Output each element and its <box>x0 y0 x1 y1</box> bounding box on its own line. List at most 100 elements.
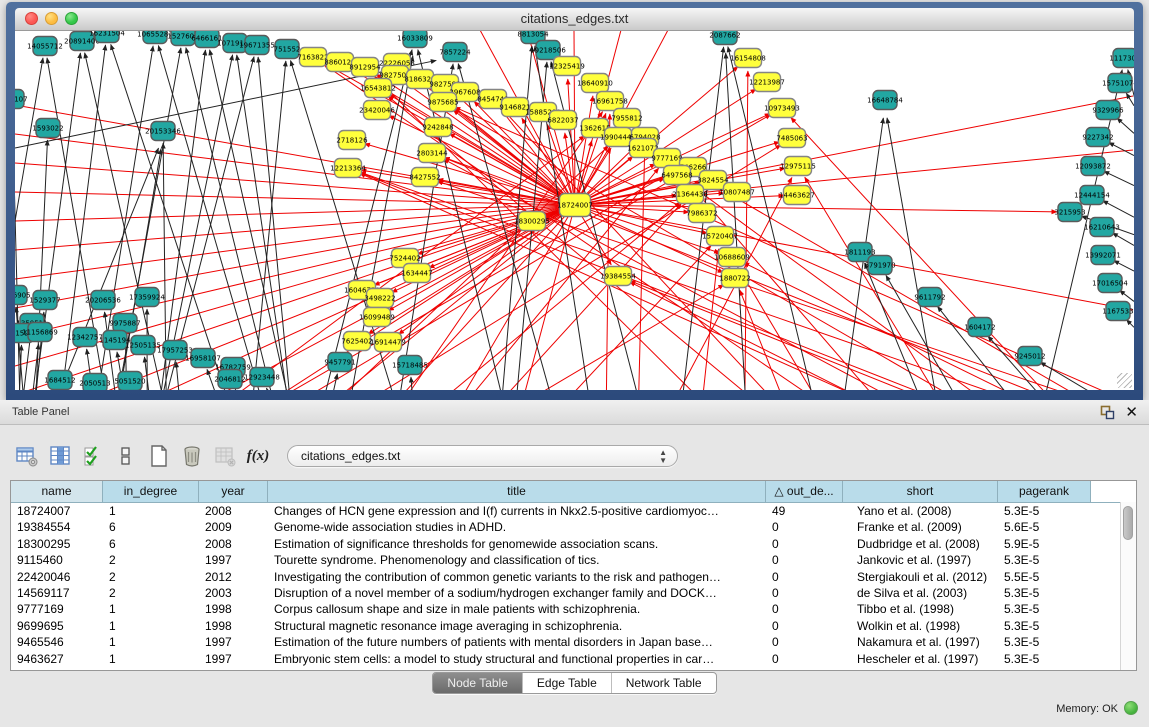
graph-node[interactable]: 15720407 <box>702 227 738 246</box>
graph-node[interactable]: 18724007 <box>557 194 593 217</box>
graph-node[interactable]: 23420046 <box>359 101 395 120</box>
graph-node[interactable]: 5051520 <box>114 372 145 391</box>
graph-node[interactable]: 12342757 <box>67 328 103 347</box>
column-header-out_de[interactable]: △ out_de... <box>766 481 843 502</box>
graph-node[interactable]: 2087662 <box>709 31 740 45</box>
graph-node[interactable]: 2046812 <box>214 370 245 389</box>
graph-node[interactable]: 16099489 <box>359 308 395 327</box>
graph-node[interactable]: 1684512 <box>44 371 75 390</box>
table-settings-icon[interactable] <box>14 443 40 469</box>
graph-node[interactable]: 9611792 <box>914 288 945 307</box>
table-row[interactable]: 969969511998Structural magnetic resonanc… <box>11 618 1136 634</box>
memory-status-indicator[interactable] <box>1124 701 1138 715</box>
graph-node[interactable]: 7857224 <box>439 43 471 62</box>
graph-node[interactable]: 3498222 <box>364 289 395 308</box>
table-row[interactable]: 911546021997Tourette syndrome. Phenomeno… <box>11 552 1136 568</box>
graph-node[interactable]: 16033809 <box>397 31 433 48</box>
graph-node[interactable]: 2718126 <box>336 131 368 150</box>
graph-node[interactable]: 12975115 <box>780 157 816 176</box>
table-row[interactable]: 1830029562008Estimation of significance … <box>11 536 1136 552</box>
graph-node[interactable]: 10688609 <box>714 248 750 267</box>
graph-node[interactable]: 12325419 <box>549 57 585 76</box>
graph-node[interactable]: 8912954 <box>349 58 381 77</box>
graph-node[interactable]: 20206536 <box>85 291 121 310</box>
table-scrollbar-thumb[interactable] <box>1123 506 1133 540</box>
column-preferences-icon[interactable] <box>47 443 73 469</box>
new-table-icon[interactable] <box>146 443 172 469</box>
graph-node[interactable]: 9329966 <box>1092 101 1124 120</box>
table-row[interactable]: 946362711997Embryonic stem cells: a mode… <box>11 651 1136 667</box>
graph-node[interactable]: 751552 <box>274 40 301 59</box>
select-attributes-icon[interactable] <box>80 443 106 469</box>
graph-node[interactable]: 9242848 <box>422 118 453 137</box>
graph-node[interactable]: 20153346 <box>145 122 181 141</box>
table-row[interactable]: 1938455462009Genome-wide association stu… <box>11 519 1136 535</box>
tab-node-table[interactable]: Node Table <box>433 673 522 693</box>
graph-node[interactable]: 14463627 <box>779 186 815 205</box>
graph-node[interactable]: 7986372 <box>686 204 717 223</box>
graph-node[interactable]: 9227342 <box>1082 128 1113 147</box>
graph-node[interactable]: 18300295 <box>514 212 550 231</box>
table-scrollbar[interactable] <box>1120 502 1136 670</box>
table-row[interactable]: 1456911722003Disruption of a novel membe… <box>11 585 1136 601</box>
table-selector-dropdown[interactable]: citations_edges.txt ▲▼ <box>287 445 678 467</box>
graph-node[interactable]: 10973493 <box>764 99 800 118</box>
graph-node[interactable]: 18640910 <box>577 74 613 93</box>
graph-node[interactable]: 9457791 <box>324 353 355 372</box>
table-body[interactable]: 1872400712008Changes of HCN gene express… <box>11 503 1136 667</box>
tab-edge-table[interactable]: Edge Table <box>522 673 611 693</box>
network-canvas[interactable]: 2055107159302214055712208914061623150410… <box>15 31 1134 390</box>
graph-node[interactable]: 1529377 <box>29 291 60 310</box>
table-row[interactable]: 977716911998Corpus callosum shape and si… <box>11 601 1136 617</box>
column-header-pagerank[interactable]: pagerank <box>998 481 1091 502</box>
graph-node[interactable]: 1167533 <box>1102 302 1133 321</box>
graph-node[interactable]: 1634447 <box>401 264 432 283</box>
graph-node[interactable]: 7625402 <box>341 332 372 351</box>
graph-node[interactable]: 12213987 <box>749 73 785 92</box>
float-panel-icon[interactable] <box>1100 405 1115 420</box>
column-header-in_degree[interactable]: in_degree <box>103 481 199 502</box>
graph-node[interactable]: 12213364 <box>330 159 366 178</box>
graph-node[interactable]: 12093872 <box>1075 157 1111 176</box>
graph-node[interactable]: 6822037 <box>547 111 578 130</box>
graph-node[interactable]: 6497568 <box>661 166 692 185</box>
table-row[interactable]: 1872400712008Changes of HCN gene express… <box>11 503 1136 519</box>
graph-node[interactable]: 1593022 <box>32 119 63 138</box>
graph-node[interactable]: 10807487 <box>719 183 755 202</box>
network-window-titlebar[interactable]: citations_edges.txt <box>15 8 1134 31</box>
graph-node[interactable]: 8427552 <box>409 168 440 187</box>
table-header-row[interactable]: namein_degreeyeartitle△ out_de...shortpa… <box>11 481 1136 503</box>
graph-node[interactable]: 1117304 <box>1109 49 1134 68</box>
tab-network-table[interactable]: Network Table <box>611 673 716 693</box>
graph-node[interactable]: 2526905 <box>15 286 31 305</box>
graph-node[interactable]: 16648784 <box>867 91 903 110</box>
graph-node[interactable]: 16543812 <box>360 79 396 98</box>
row-height-icon[interactable] <box>113 443 139 469</box>
graph-node[interactable]: 1880722 <box>719 269 750 288</box>
column-header-name[interactable]: name <box>11 481 103 502</box>
function-builder-icon[interactable]: f(x) <box>245 443 271 469</box>
graph-node[interactable]: 2050513 <box>79 374 110 391</box>
table-row[interactable]: 2242004622012Investigating the contribut… <box>11 569 1136 585</box>
delete-table-icon[interactable] <box>179 443 205 469</box>
graph-node[interactable]: 14055712 <box>27 37 63 56</box>
window-resize-grip[interactable] <box>1117 373 1132 388</box>
graph-node[interactable]: 16914479 <box>370 333 406 352</box>
graph-node[interactable]: 17016504 <box>1092 274 1128 293</box>
graph-node[interactable]: 19384554 <box>600 267 636 286</box>
graph-node[interactable]: 9975887 <box>109 314 140 333</box>
graph-node[interactable]: 3215953 <box>1054 203 1085 222</box>
graph-node[interactable]: 9875685 <box>427 93 458 112</box>
graph-node[interactable]: 6791970 <box>864 256 895 275</box>
graph-node[interactable]: 2803144 <box>416 144 448 163</box>
table-row[interactable]: 946554611997Estimation of the future num… <box>11 634 1136 650</box>
graph-node[interactable]: 16154808 <box>730 49 766 68</box>
graph-node[interactable]: 9777169 <box>651 149 682 168</box>
graph-node[interactable]: 2055107 <box>15 90 28 109</box>
column-header-short[interactable]: short <box>843 481 998 502</box>
close-panel-icon[interactable]: ✕ <box>1125 402 1138 423</box>
graph-node[interactable]: 21364436 <box>672 185 708 204</box>
graph-node[interactable]: 15751074 <box>1102 74 1134 93</box>
column-header-title[interactable]: title <box>268 481 766 502</box>
graph-node[interactable]: 7485063 <box>776 129 807 148</box>
